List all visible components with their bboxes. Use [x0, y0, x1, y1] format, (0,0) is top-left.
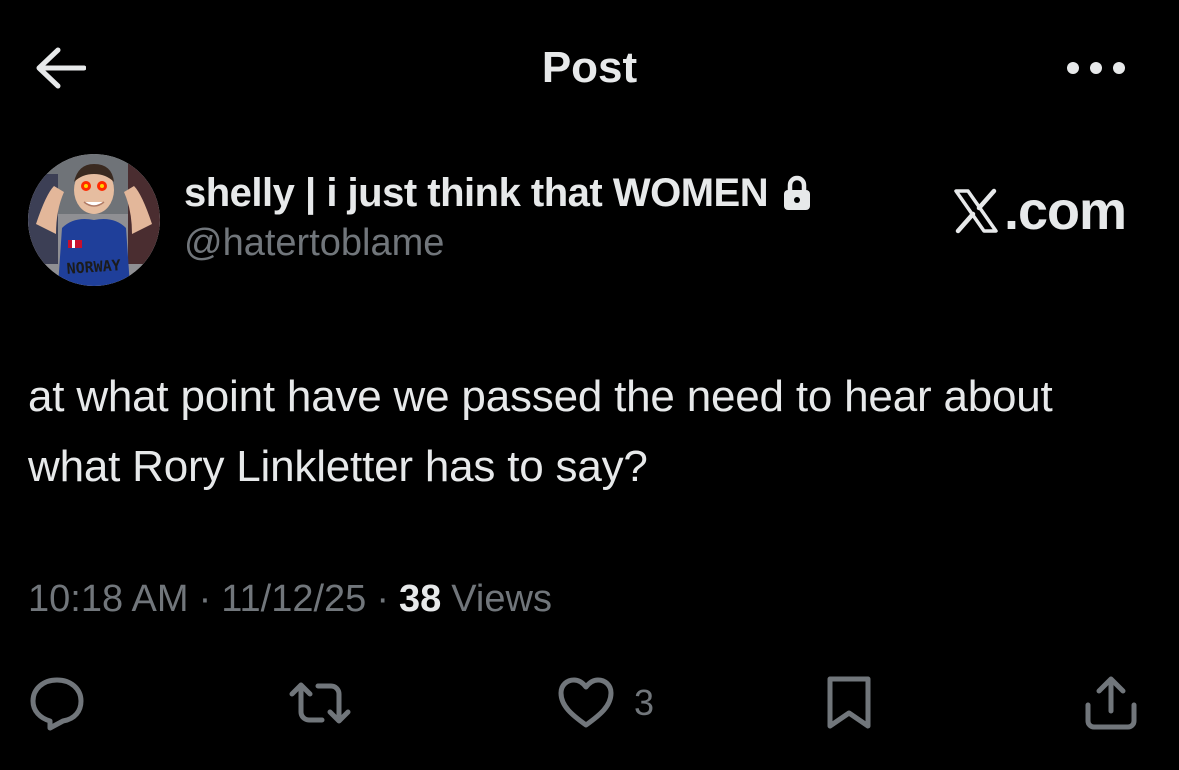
arrow-left-icon	[36, 47, 86, 89]
meta-separator: ·	[376, 578, 389, 620]
post-meta: 10:18 AM · 11/12/25 · 38 Views	[28, 578, 552, 621]
x-logo-icon	[952, 187, 1000, 235]
watermark-text: .com	[1003, 181, 1127, 241]
heart-icon	[558, 677, 614, 728]
x-com-watermark: .com	[952, 180, 1127, 242]
meta-separator: ·	[198, 578, 212, 620]
views-count[interactable]: 38	[399, 578, 441, 621]
post-text: at what point have we passed the need to…	[28, 372, 1053, 491]
like-button[interactable]: 3	[556, 668, 654, 738]
reply-icon	[30, 677, 84, 731]
post-time[interactable]: 10:18 AM	[28, 578, 189, 621]
display-name[interactable]: shelly | i just think that WOMEN	[184, 171, 769, 216]
author-handle[interactable]: @hatertoblame	[184, 222, 812, 265]
top-bar: Post	[0, 0, 1179, 140]
more-horizontal-icon	[1067, 62, 1125, 74]
author-names: shelly | i just think that WOMEN @hatert…	[184, 168, 812, 265]
bookmark-button[interactable]	[824, 668, 874, 738]
bookmark-icon	[827, 676, 871, 729]
more-options-button[interactable]	[1061, 50, 1131, 86]
lock-icon	[782, 174, 812, 212]
repost-button[interactable]	[286, 668, 354, 738]
post-author: NORWAY shelly | i just think that WOMEN …	[28, 154, 1148, 288]
page-title: Post	[541, 43, 638, 92]
back-button[interactable]	[30, 40, 90, 96]
avatar-image: NORWAY	[28, 154, 160, 286]
avatar[interactable]: NORWAY	[28, 154, 160, 286]
like-count: 3	[634, 682, 655, 723]
share-icon	[1085, 676, 1137, 730]
action-bar: 3	[0, 668, 1179, 738]
post-date[interactable]: 11/12/25	[221, 578, 366, 621]
avatar-caption: NORWAY	[66, 256, 121, 278]
share-button[interactable]	[1082, 668, 1140, 738]
reply-button[interactable]	[28, 668, 86, 738]
repost-icon	[289, 682, 351, 724]
views-label[interactable]: Views	[451, 578, 552, 621]
